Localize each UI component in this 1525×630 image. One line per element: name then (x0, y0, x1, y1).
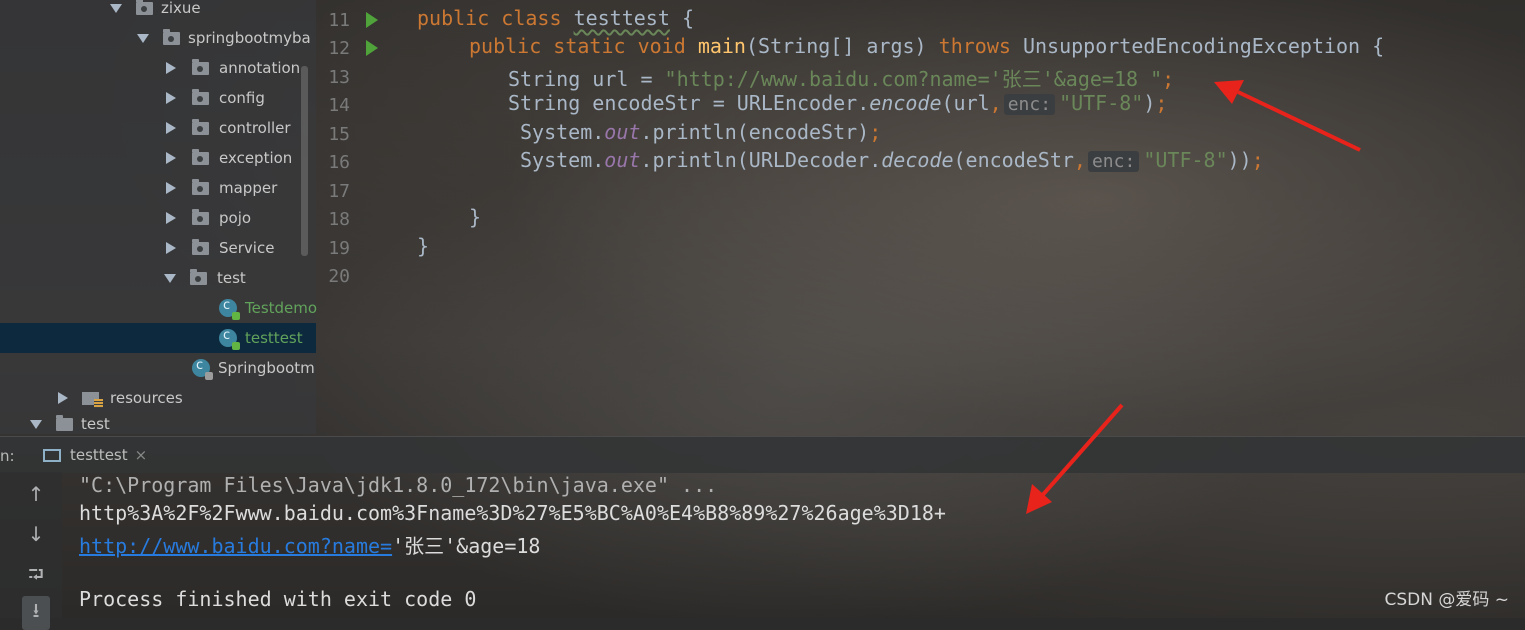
annotation-arrows (1026, 80, 1361, 514)
annotation-arrow-bottom (1026, 403, 1124, 514)
annotation-arrow-top (1214, 80, 1361, 152)
